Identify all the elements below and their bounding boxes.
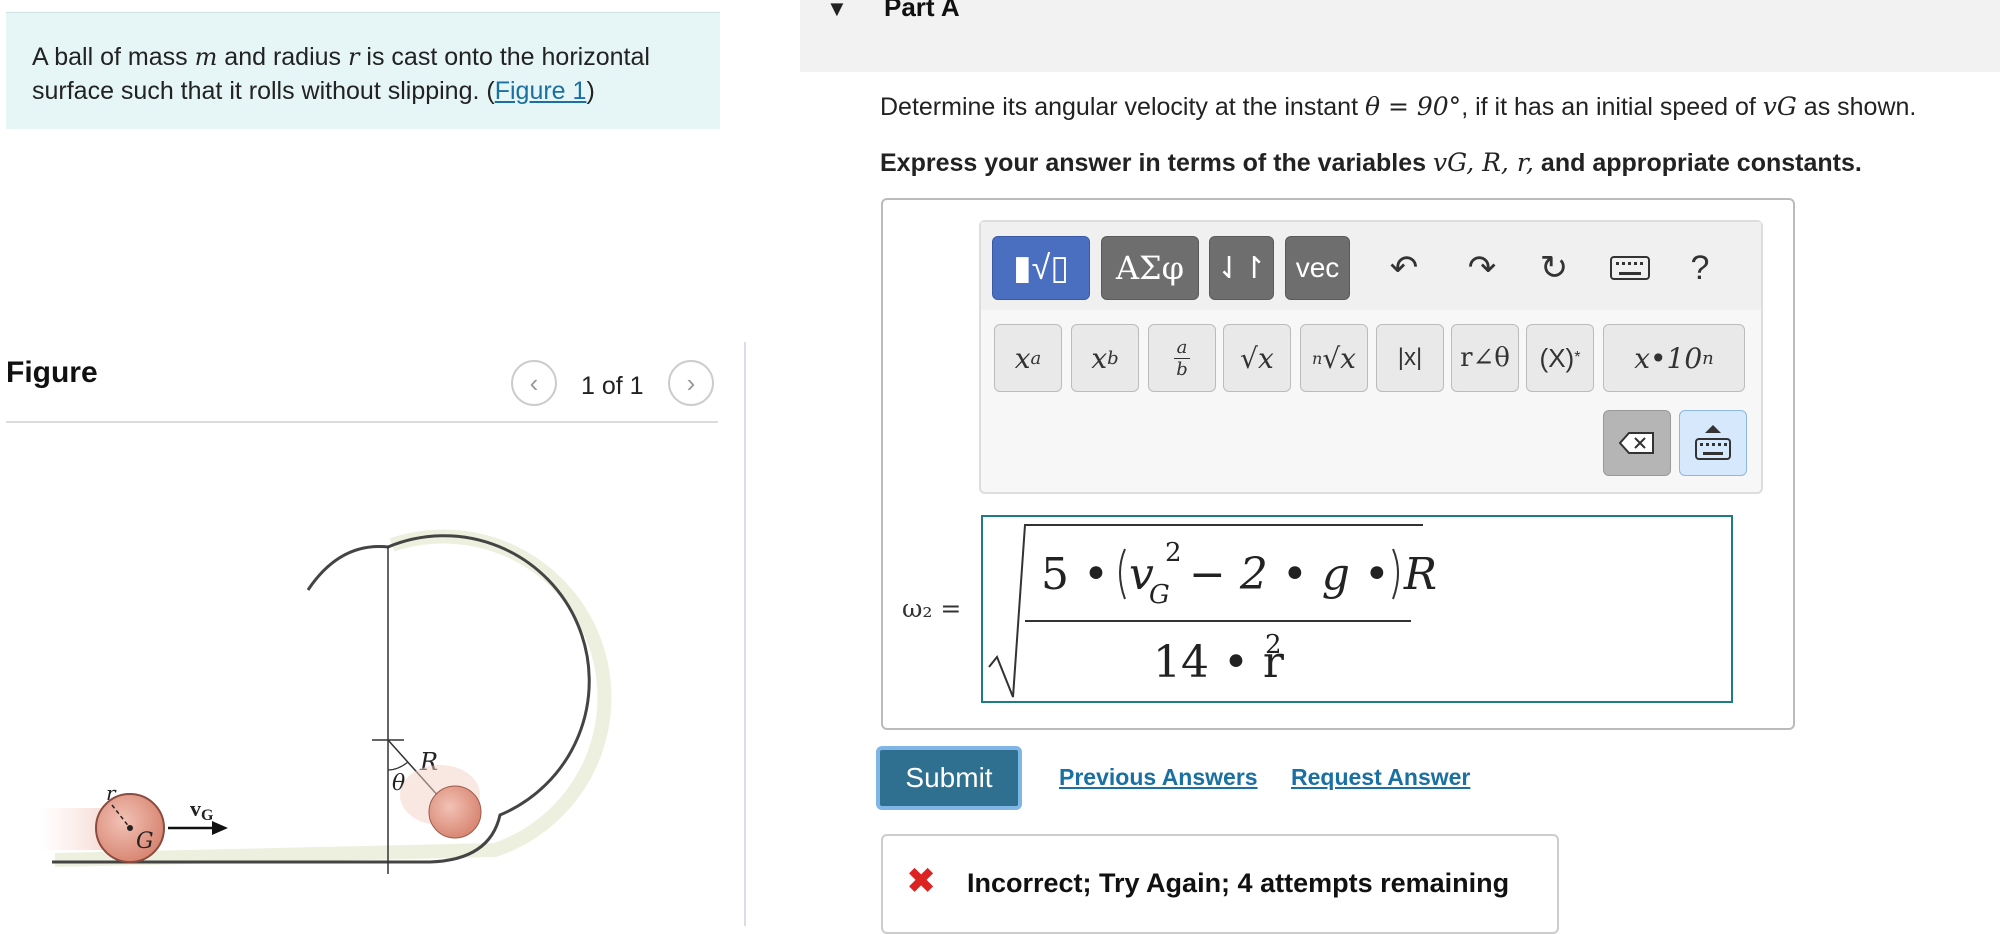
question-prefix: Determine its angular velocity at the in… <box>880 93 1365 121</box>
instruction-vars: vG, R, r, <box>1433 148 1534 177</box>
problem-text-4: ) <box>586 77 595 105</box>
part-a-header[interactable] <box>800 0 2000 72</box>
backspace-icon[interactable] <box>1603 410 1671 476</box>
numerator-coef: 5 • <box>1041 549 1109 600</box>
loop-ball <box>428 785 482 839</box>
greek-button[interactable]: ΑΣφ <box>1101 236 1199 300</box>
chevron-left-icon: ‹ <box>529 367 539 398</box>
instruction-text: Express your answer in terms of the vari… <box>880 148 1862 178</box>
r-label: r <box>106 781 117 805</box>
track-top <box>306 545 389 591</box>
help-button[interactable]: ? <box>1676 240 1724 296</box>
greek-label: ΑΣφ <box>1115 249 1185 287</box>
submit-button[interactable]: Submit <box>876 746 1022 810</box>
nthroot-button[interactable]: n √x <box>1300 324 1368 392</box>
subscript-button[interactable]: xb <box>1071 324 1139 392</box>
vec-label: vec <box>1295 252 1340 283</box>
answer-expression: 5 • v G 2 − 2 • g • R 14 • r 2 <box>988 524 1437 698</box>
question-suffix: as shown. <box>1796 93 1917 121</box>
help-label: ? <box>1690 248 1710 287</box>
panel-divider[interactable] <box>744 342 746 926</box>
reset-icon[interactable]: ↻ <box>1530 240 1578 296</box>
mass-variable: m <box>194 43 218 71</box>
question-mid: , if it has an initial speed of <box>1461 93 1763 121</box>
numerator-rest: − 2 • g • R <box>1189 549 1437 600</box>
question-var: vG <box>1762 92 1797 121</box>
denominator-superscript: 2 <box>1265 630 1282 660</box>
figure-divider <box>6 421 718 423</box>
vec-button[interactable]: vec <box>1285 236 1350 300</box>
templates-button[interactable]: ▮√▯ <box>992 236 1090 300</box>
undo-icon[interactable]: ↶ <box>1380 240 1428 296</box>
figure-image: θ R r G vG <box>40 529 612 874</box>
conjugate-button[interactable]: (X) * <box>1526 324 1594 392</box>
omega-label: ω₂ = <box>902 594 962 623</box>
caret-down-icon[interactable]: ▼ <box>826 0 848 22</box>
chevron-right-icon: › <box>686 367 696 398</box>
arrows-label: ⇃↾ <box>1216 251 1267 285</box>
scientific-notation-button[interactable]: x•10 n <box>1603 324 1745 392</box>
sqrt-button[interactable]: √x <box>1223 324 1291 392</box>
fraction-button[interactable]: ab <box>1148 324 1216 392</box>
left-paren <box>1119 548 1126 600</box>
figure-link[interactable]: Figure 1 <box>495 77 587 105</box>
feedback-message: Incorrect; Try Again; 4 attempts remaini… <box>967 868 1510 898</box>
figure-counter: 1 of 1 <box>581 372 644 400</box>
figure-prev-button[interactable]: ‹ <box>511 360 557 406</box>
angle-arc <box>387 761 409 771</box>
error-x-icon: ✖ <box>906 860 937 901</box>
G-label: G <box>136 829 154 854</box>
polar-button[interactable]: r∠θ <box>1451 324 1519 392</box>
keyboard-icon[interactable] <box>1602 244 1658 292</box>
templates-label: ▮√▯ <box>1012 249 1070 287</box>
figure-next-button[interactable]: › <box>668 360 714 406</box>
arrows-button[interactable]: ⇃↾ <box>1209 236 1274 300</box>
instruction-suffix: and appropriate constants. <box>1533 149 1862 177</box>
keyboard-toggle-icon[interactable] <box>1679 410 1747 476</box>
part-title: Part A <box>884 0 960 22</box>
v-subscript: G <box>1149 580 1170 610</box>
velocity-arrowhead <box>212 821 228 835</box>
question-text: Determine its angular velocity at the in… <box>880 92 1916 122</box>
redo-icon[interactable]: ↷ <box>1458 240 1506 296</box>
superscript-button[interactable]: xa <box>994 324 1062 392</box>
answer-input[interactable]: 5 • v G 2 − 2 • g • R 14 • r 2 <box>981 515 1733 703</box>
v-superscript: 2 <box>1165 538 1182 568</box>
problem-statement: A ball of mass m and radius r is cast on… <box>32 40 712 108</box>
radius-variable: r <box>347 43 360 71</box>
instruction-prefix: Express your answer in terms of the vari… <box>880 149 1434 177</box>
abs-value-button[interactable]: |x| <box>1376 324 1444 392</box>
figure-heading: Figure <box>6 356 98 389</box>
request-answer-link[interactable]: Request Answer <box>1291 764 1470 791</box>
problem-text-2: and radius <box>217 43 348 71</box>
vG-label: vG <box>190 796 214 824</box>
problem-text-1: A ball of mass <box>32 43 195 71</box>
question-theta: θ = 90° <box>1364 92 1462 121</box>
previous-answers-link[interactable]: Previous Answers <box>1059 764 1258 791</box>
